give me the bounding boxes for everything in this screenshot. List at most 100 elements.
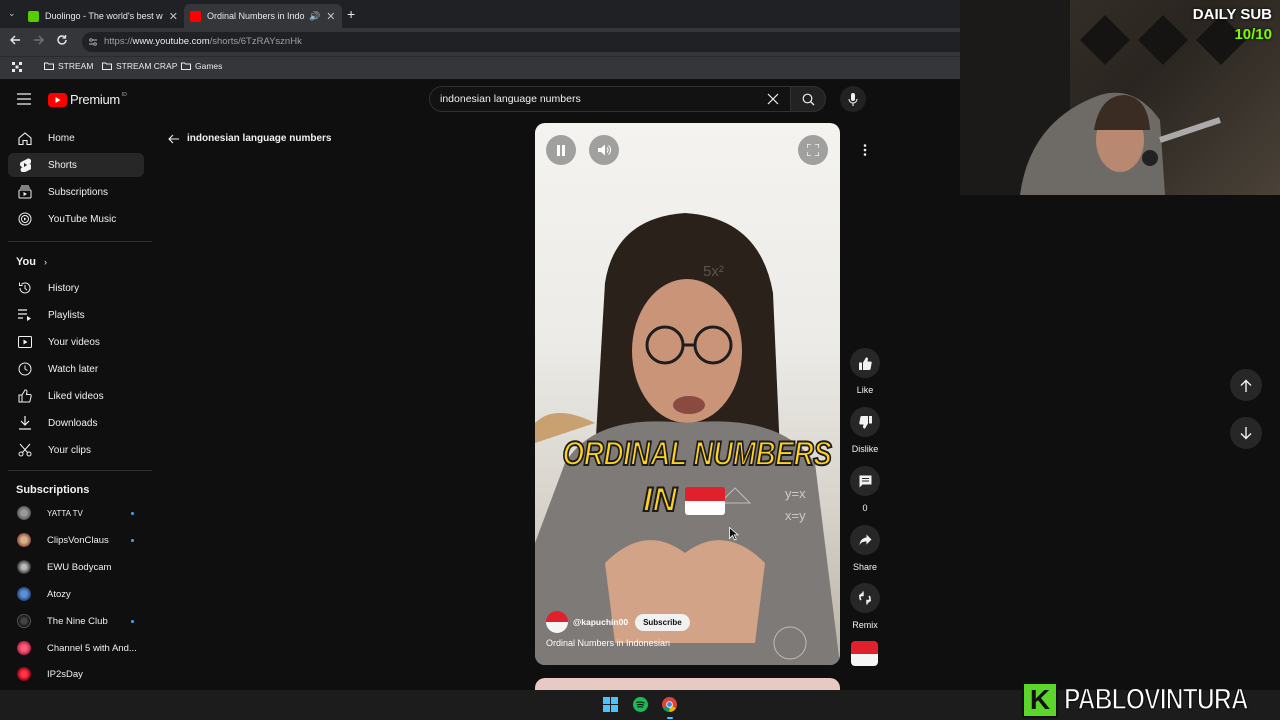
subscription-item-clipsvonclaus[interactable]: ClipsVonClaus [8,528,144,552]
volume-button[interactable] [589,135,619,165]
voice-search-button[interactable] [840,86,866,112]
bookmark-games[interactable]: Games [181,61,222,71]
sidebar-item-your-videos[interactable]: Your videos [8,330,144,354]
sidebar-item-subscriptions[interactable]: Subscriptions [8,180,144,204]
sidebar-item-label: History [48,282,80,294]
browser-tab-bar: ⌄ Duolingo - The world's best wa ✕ Ordin… [0,0,960,28]
reload-icon[interactable] [56,34,68,46]
site-info-icon[interactable] [88,37,98,47]
next-short-preview[interactable] [535,678,840,690]
sidebar-item-history[interactable]: History [8,276,144,300]
more-options-button[interactable] [850,135,880,165]
channel-avatar [17,506,31,520]
arrow-up-icon [1240,379,1252,392]
youtube-premium-logo[interactable]: Premium ID [48,92,127,107]
shorts-video-player[interactable]: 5x² y=x x=y ORDINAL NUMBERS IN @kapuchin… [535,123,840,665]
download-icon [17,416,33,430]
fullscreen-icon [807,144,819,156]
back-to-search-link[interactable]: indonesian language numbers [168,133,331,144]
sidebar-item-your-clips[interactable]: Your clips [8,438,144,462]
sidebar-item-label: Playlists [48,309,85,321]
sidebar-item-downloads[interactable]: Downloads [8,411,144,435]
subscription-item-ip2sday[interactable]: IP2sDay [8,662,144,686]
bookmark-stream[interactable]: STREAM [44,61,93,71]
channel-name: The Nine Club [47,615,108,627]
comments-button[interactable]: 0 [850,466,880,513]
daily-sub-counter: 10/10 [1234,26,1272,43]
address-bar[interactable]: https://www.youtube.com/shorts/6TzRAYszn… [82,32,960,52]
tab-search-dropdown-icon[interactable]: ⌄ [8,8,16,19]
spotify-icon[interactable] [633,697,648,712]
menu-icon[interactable] [17,93,31,105]
youtube-logo-icon [48,92,67,107]
search-input[interactable]: indonesian language numbers [429,86,791,112]
tab-youtube-short[interactable]: Ordinal Numbers in Indone 🔊 ✕ [184,4,342,28]
subscription-item-yatta-tv[interactable]: YATTA TV [8,501,144,525]
fullscreen-button[interactable] [798,135,828,165]
subscription-item-the-nine-club[interactable]: The Nine Club [8,609,144,633]
search-button[interactable] [790,86,826,112]
new-tab-button[interactable]: + [347,6,355,22]
history-icon [17,281,33,295]
sound-source-thumbnail[interactable] [851,641,878,666]
subscription-item-atozy[interactable]: Atozy [8,582,144,606]
sidebar-item-liked-videos[interactable]: Liked videos [8,384,144,408]
short-title[interactable]: Ordinal Numbers in Indonesian [546,638,670,648]
youtube-music-icon [17,212,33,226]
channel-avatar [17,641,31,655]
apps-grid-icon[interactable] [12,62,22,72]
tab-duolingo[interactable]: Duolingo - The world's best wa ✕ [28,4,178,28]
remix-button[interactable]: Remix [850,583,880,630]
divider [8,470,152,471]
channel-handle[interactable]: @kapuchin00 [573,617,628,627]
close-tab-icon[interactable]: ✕ [326,10,335,23]
microphone-icon [848,92,858,106]
new-content-dot [131,538,134,542]
volume-icon [597,144,611,156]
audio-playing-icon[interactable]: 🔊 [309,11,320,22]
sidebar-item-watch-later[interactable]: Watch later [8,357,144,381]
back-arrow-icon[interactable] [9,34,21,46]
sidebar-item-playlists[interactable]: Playlists [8,303,144,327]
like-label: Like [856,385,874,395]
bookmarks-bar: STREAM STREAM CRAP Games [0,56,960,79]
forward-arrow-icon[interactable] [33,34,45,46]
url-domain: www.youtube.com [132,36,210,47]
bookmark-label: STREAM CRAP [116,61,178,71]
channel-name: IP2sDay [47,668,83,680]
svg-text:5x²: 5x² [703,263,724,280]
subscribe-button[interactable]: Subscribe [635,613,690,631]
previous-short-button[interactable] [1230,369,1262,401]
next-short-button[interactable] [1230,417,1262,449]
windows-start-icon[interactable] [603,697,618,712]
pause-button[interactable] [546,135,576,165]
sidebar-item-home[interactable]: Home [8,126,144,150]
subscription-item-channel-5[interactable]: Channel 5 with And... [8,636,144,660]
sidebar-item-youtube-music[interactable]: YouTube Music [8,207,144,231]
sidebar-item-shorts[interactable]: Shorts [8,153,144,177]
channel-name: ClipsVonClaus [47,534,109,546]
caption-text: IN [642,480,678,520]
playlists-icon [17,309,33,321]
url-scheme: https:// [104,36,133,47]
clock-icon [17,362,33,376]
share-button[interactable]: Share [850,525,880,572]
channel-name: Channel 5 with And... [47,642,137,654]
back-arrow-icon [168,134,179,143]
thumbs-up-icon [850,348,880,378]
chrome-icon[interactable] [662,697,677,712]
you-section-header[interactable]: You › [16,256,47,268]
subscription-item-ewu-bodycam[interactable]: EWU Bodycam [8,555,144,579]
sidebar-item-label: Your videos [48,336,100,348]
url-text: https://www.youtube.com/shorts/6TzRAYszn… [104,32,302,52]
bookmark-label: STREAM [58,61,94,71]
channel-avatar[interactable] [546,611,568,633]
home-icon [17,131,33,145]
like-button[interactable]: Like [850,348,880,395]
bookmark-stream-crap[interactable]: STREAM CRAP [102,61,177,71]
dislike-button[interactable]: Dislike [850,407,880,454]
clear-search-icon[interactable] [767,93,779,105]
logo-text: Premium [70,92,120,107]
tab-title: Duolingo - The world's best wa [45,11,163,21]
close-tab-icon[interactable]: ✕ [169,10,178,23]
